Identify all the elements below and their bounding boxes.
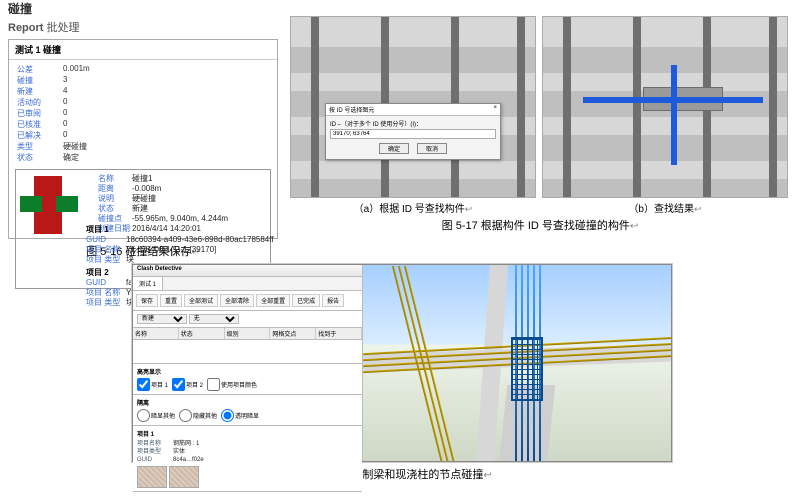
ok-button[interactable]: 确定: [379, 143, 409, 154]
summary-val: 0.001m: [63, 64, 90, 75]
col-found: 找到于: [316, 328, 362, 339]
filter-status[interactable]: 新建: [137, 314, 187, 324]
hi-opt-3[interactable]: 使用项目颜色: [207, 378, 257, 391]
results-grid-body[interactable]: [133, 340, 362, 364]
tb-done[interactable]: 已完成: [292, 294, 320, 307]
item-section: 项目 1 项目名称钢筋网 : 1 项目类型实体 GUID8c4a…f02e: [133, 426, 362, 492]
results-grid-header: 名称 状态 级别 网格交点 找到于: [133, 328, 362, 340]
highlight-section: 高亮显示 项目 1 项目 2 使用项目颜色: [133, 364, 362, 395]
item-section-title: 项目 1: [137, 429, 358, 438]
report-label: Report: [8, 22, 43, 34]
column-stirrup-cage: [511, 337, 543, 401]
filter-bar: 新建 无: [133, 311, 362, 328]
tb-reset[interactable]: 重置: [160, 294, 182, 307]
thumb-icon: [169, 466, 199, 488]
summary-table: 公差0.001m 碰撞3 新建4 活动的0 已审阅0 已核准0 已解决0 类型硬…: [9, 60, 277, 167]
summary-key: 公差: [17, 64, 63, 75]
iso-opt-3[interactable]: 透明暗显: [221, 409, 259, 422]
clash-heading: 碰撞: [8, 0, 278, 17]
select-by-id-dialog: 按 ID 号选择图元 × ID –（对于多个 ID 使用分号）(I)： 确定 取…: [325, 103, 501, 160]
subcaption-a: （a）根据 ID 号查找构件: [290, 200, 536, 215]
view3d-a: 按 ID 号选择图元 × ID –（对于多个 ID 使用分号）(I)： 确定 取…: [290, 16, 536, 198]
report-heading: Report 批处理: [8, 19, 278, 35]
tab-test1[interactable]: 测试 1: [133, 277, 163, 290]
tb-resetall[interactable]: 全部重置: [256, 294, 290, 307]
isolation-title: 隔离: [137, 398, 358, 407]
hi-opt-1[interactable]: 项目 1: [137, 378, 168, 391]
iso-opt-1[interactable]: 暗显其他: [137, 409, 175, 422]
thumb-icon: [137, 466, 167, 488]
tb-clear[interactable]: 全部清除: [220, 294, 254, 307]
report-panel: 测试 1 碰撞 公差0.001m 碰撞3 新建4 活动的0 已审阅0 已核准0 …: [8, 39, 278, 239]
test-header: 测试 1 碰撞: [9, 40, 277, 60]
clash-detective-window: Clash Detective 测试 1 保存 重置 全部测试 全部清除 全部重…: [132, 264, 672, 462]
highlight-title: 高亮显示: [137, 367, 358, 376]
cancel-button[interactable]: 取消: [417, 143, 447, 154]
clash-3d-viewport[interactable]: [363, 265, 671, 461]
clash-left-pane: Clash Detective 测试 1 保存 重置 全部测试 全部清除 全部重…: [133, 265, 363, 461]
hi-opt-2[interactable]: 项目 2: [172, 378, 203, 391]
isolation-section: 隔离 暗显其他 隐藏其他 透明暗显: [133, 395, 362, 426]
test-tabs: 测试 1: [133, 277, 362, 291]
item1-header: 项目 1: [86, 224, 276, 235]
id-input[interactable]: [330, 129, 496, 139]
dialog-title: 按 ID 号选择图元: [329, 105, 374, 114]
iso-opt-2[interactable]: 隐藏其他: [179, 409, 217, 422]
col-grid: 网格交点: [270, 328, 316, 339]
col-name: 名称: [133, 328, 179, 339]
filter-assign[interactable]: 无: [189, 314, 239, 324]
tb-save[interactable]: 保存: [136, 294, 158, 307]
clash-thumbnail: [20, 176, 80, 234]
figure-5-17-caption: 图 5-17 根据构件 ID 号查找碰撞的构件: [290, 217, 790, 233]
window-title: Clash Detective: [133, 265, 362, 277]
figure-5-16: 碰撞 Report 批处理 测试 1 碰撞 公差0.001m 碰撞3 新建4 活…: [8, 0, 278, 259]
dialog-prompt: ID –（对于多个 ID 使用分号）(I)：: [330, 119, 496, 128]
clash-toolbar: 保存 重置 全部测试 全部清除 全部重置 已完成 报告: [133, 291, 362, 311]
report-sub: 批处理: [47, 22, 80, 34]
item-thumbnails: [137, 466, 358, 488]
figure-5-18: Clash Detective 测试 1 保存 重置 全部测试 全部清除 全部重…: [132, 264, 672, 482]
subcaption-b: （b）查找结果: [542, 200, 788, 215]
figure-5-17: 按 ID 号选择图元 × ID –（对于多个 ID 使用分号）(I)： 确定 取…: [290, 16, 790, 233]
view3d-b: [542, 16, 788, 198]
close-icon[interactable]: ×: [493, 105, 497, 114]
col-status: 状态: [179, 328, 225, 339]
col-level: 级别: [225, 328, 271, 339]
tb-runall[interactable]: 全部测试: [184, 294, 218, 307]
tb-report[interactable]: 报告: [322, 294, 344, 307]
highlight-beam-v: [671, 65, 677, 165]
